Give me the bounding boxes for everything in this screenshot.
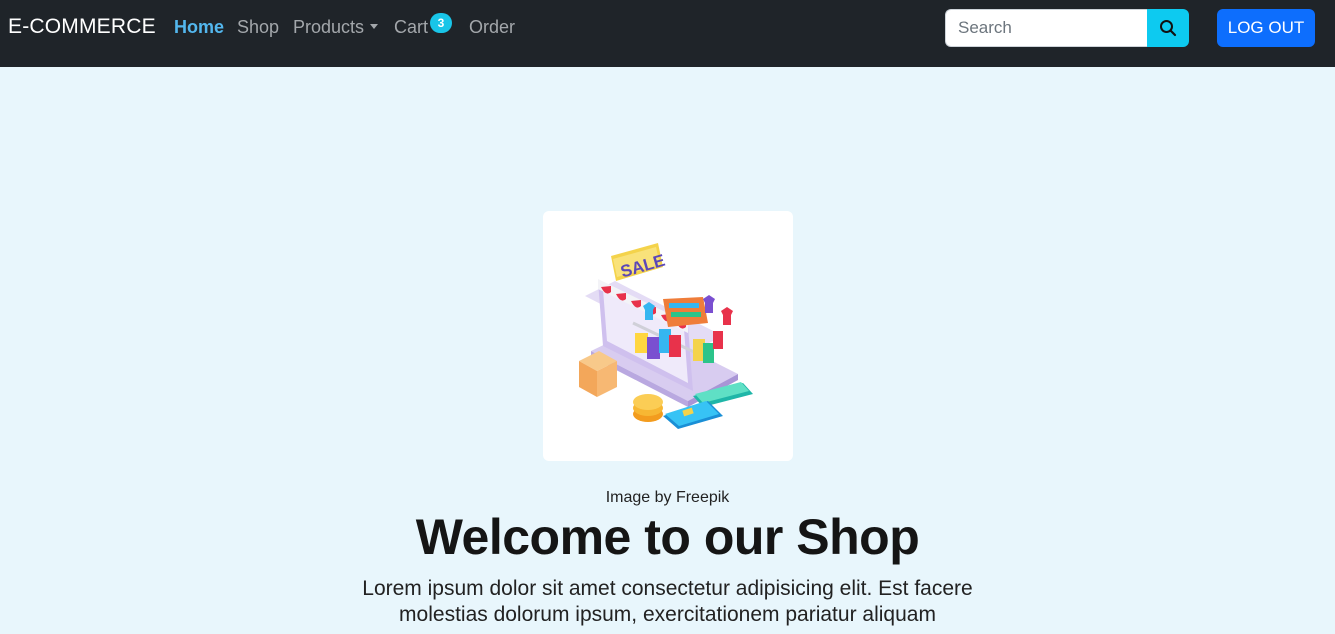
cart-count-badge: 3: [430, 13, 452, 33]
brand-logo[interactable]: E-COMMERCE: [8, 15, 156, 39]
page-title: Welcome to our Shop: [415, 509, 920, 565]
search-icon: [1160, 20, 1177, 37]
nav-link-home[interactable]: Home: [174, 17, 224, 38]
logout-button[interactable]: LOG OUT: [1217, 9, 1315, 47]
nav-link-products[interactable]: Products: [293, 17, 379, 38]
nav-link-products-label: Products: [293, 17, 365, 37]
chevron-down-icon: [370, 23, 379, 29]
image-credit: Image by Freepik: [605, 489, 730, 506]
top-navbar: E-COMMERCE Home Shop Products Cart 3 Ord…: [0, 0, 1335, 67]
hero-image-card: SALE: [543, 211, 793, 461]
nav-link-shop[interactable]: Shop: [237, 17, 279, 38]
hero-description: Lorem ipsum dolor sit amet consectetur a…: [362, 577, 973, 626]
nav-link-order[interactable]: Order: [469, 17, 515, 38]
search-button[interactable]: [1147, 9, 1189, 47]
nav-link-cart[interactable]: Cart: [394, 17, 428, 38]
search-input[interactable]: [945, 9, 1147, 47]
shop-sale-illustration: SALE: [579, 243, 753, 429]
